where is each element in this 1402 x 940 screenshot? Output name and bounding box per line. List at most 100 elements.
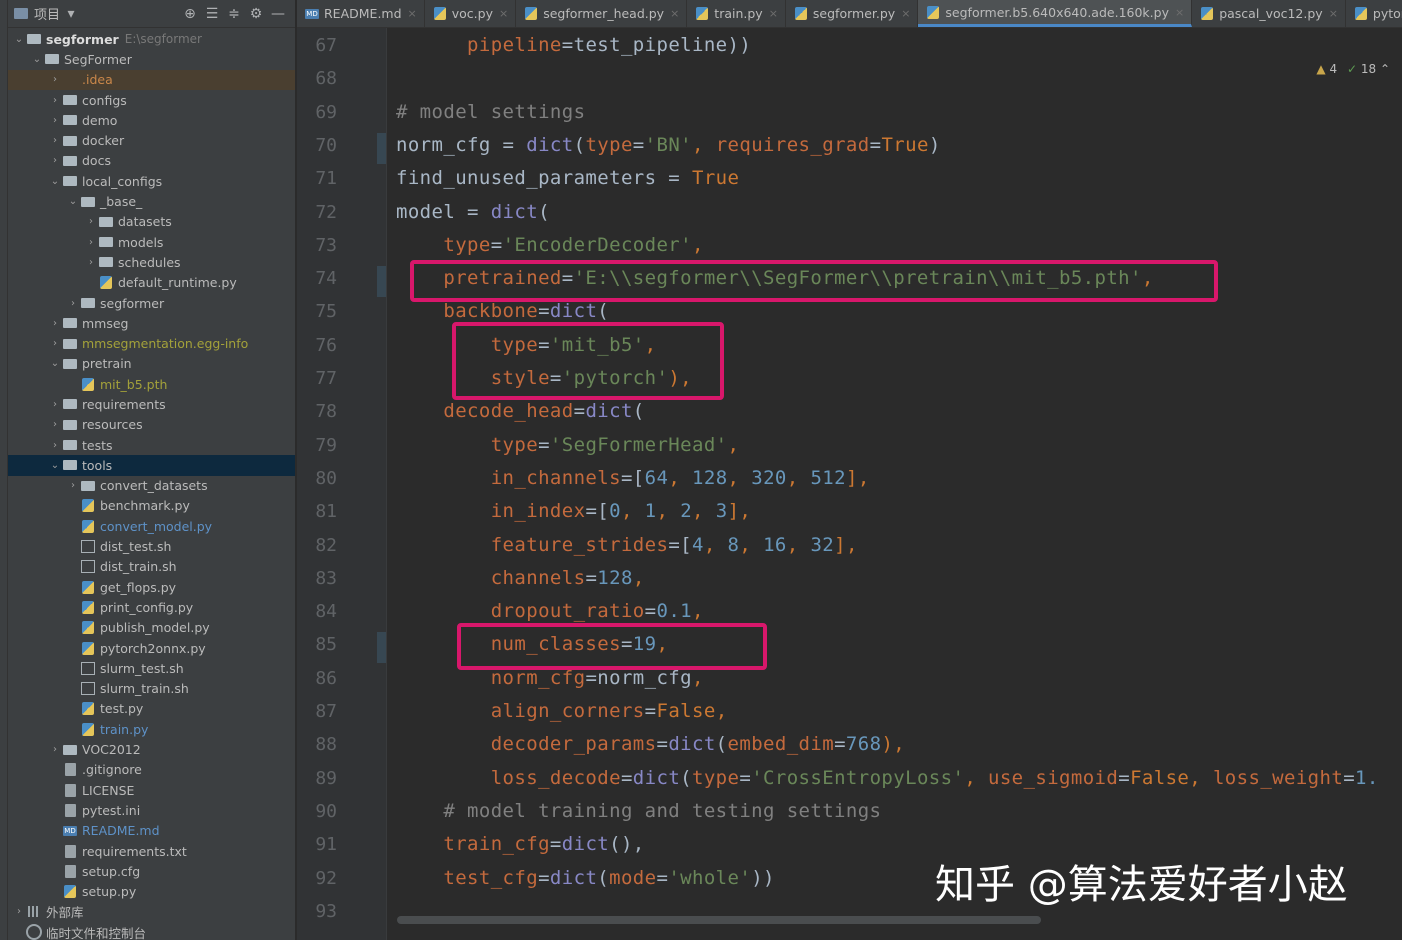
tree-folder[interactable]: › VOC2012	[8, 739, 295, 759]
editor-tab[interactable]: segformer.b5.640x640.ade.160k.py ×	[918, 0, 1193, 27]
chevron-right-icon[interactable]: ›	[48, 155, 62, 166]
editor-tab[interactable]: train.py ×	[687, 0, 786, 27]
code-token: ,	[786, 466, 811, 489]
code-token: dict	[549, 866, 598, 889]
tree-folder[interactable]: › datasets	[8, 212, 295, 232]
chevron-down-icon[interactable]: ⌄	[48, 358, 62, 369]
chevron-down-icon[interactable]: ⌄	[66, 196, 80, 207]
gear-icon[interactable]: ⚙	[245, 6, 267, 22]
chevron-down-icon[interactable]: ⌄	[48, 460, 62, 471]
view-dropdown-icon[interactable]: ▾	[60, 6, 82, 22]
chevron-right-icon[interactable]: ›	[48, 399, 62, 410]
tree-file[interactable]: publish_model.py	[8, 618, 295, 638]
close-icon[interactable]: ×	[499, 7, 508, 20]
tree-file[interactable]: 临时文件和控制台	[8, 922, 295, 940]
code-editor[interactable]: ▲ 4 ✓ 18 ⌃ pipeline=test_pipeline)) # mod…	[388, 28, 1402, 940]
chevron-down-icon[interactable]: ⌄	[12, 34, 26, 45]
chevron-right-icon[interactable]: ›	[84, 257, 98, 268]
project-panel-title[interactable]: 项目	[34, 4, 60, 23]
close-icon[interactable]: ×	[769, 7, 778, 20]
tree-folder[interactable]: › .idea	[8, 69, 295, 90]
tree-file[interactable]: slurm_train.sh	[8, 679, 295, 699]
tree-file[interactable]: dist_test.sh	[8, 536, 295, 556]
tree-file[interactable]: default_runtime.py	[8, 273, 295, 293]
chevron-right-icon[interactable]: ›	[66, 480, 80, 491]
tree-file[interactable]: pytorch2onnx.py	[8, 638, 295, 658]
tree-folder[interactable]: › mmsegmentation.egg-info	[8, 333, 295, 353]
tree-file[interactable]: .gitignore	[8, 760, 295, 780]
tree-file[interactable]: dist_train.sh	[8, 557, 295, 577]
editor-tab[interactable]: segformer_head.py ×	[516, 0, 688, 27]
tree-file[interactable]: get_flops.py	[8, 577, 295, 597]
editor-tab[interactable]: README.md ×	[297, 0, 425, 27]
editor-tab[interactable]: pascal_voc12.py ×	[1192, 0, 1346, 27]
close-icon[interactable]: ×	[408, 7, 417, 20]
close-icon[interactable]: ×	[670, 7, 679, 20]
tree-folder[interactable]: › convert_datasets	[8, 476, 295, 496]
hide-panel-icon[interactable]: —	[267, 6, 289, 22]
tree-file[interactable]: test.py	[8, 699, 295, 719]
code-token: dict	[668, 733, 716, 756]
chevron-right-icon[interactable]: ›	[48, 744, 62, 755]
chevron-right-icon[interactable]: ›	[48, 74, 62, 85]
tree-folder[interactable]: › 外部库	[8, 902, 295, 922]
tree-folder[interactable]: › schedules	[8, 252, 295, 272]
tree-folder[interactable]: ⌄ pretrain	[8, 354, 295, 374]
code-token: =	[644, 700, 657, 722]
chevron-right-icon[interactable]: ›	[84, 216, 98, 227]
editor-tab[interactable]: pytorc	[1346, 0, 1402, 27]
horizontal-scrollbar[interactable]	[397, 916, 1041, 924]
code-token: 0.1	[656, 600, 693, 623]
tree-folder[interactable]: ⌄ local_configs	[8, 171, 295, 191]
inspection-widget[interactable]: ▲ 4 ✓ 18 ⌃	[1316, 62, 1390, 76]
tree-folder[interactable]: › mmseg	[8, 313, 295, 333]
tree-folder[interactable]: ⌄ SegFormer	[8, 49, 295, 69]
chevron-right-icon[interactable]: ›	[12, 906, 26, 917]
tree-file[interactable]: setup.cfg	[8, 861, 295, 881]
tree-file[interactable]: LICENSE	[8, 780, 295, 800]
editor-tab[interactable]: segformer.py ×	[786, 0, 919, 27]
tree-folder[interactable]: › configs	[8, 90, 295, 110]
tree-folder[interactable]: › requirements	[8, 394, 295, 414]
tree-file[interactable]: pytest.ini	[8, 800, 295, 820]
tree-file[interactable]: requirements.txt	[8, 841, 295, 861]
chevron-right-icon[interactable]: ›	[48, 135, 62, 146]
chevron-right-icon[interactable]: ›	[48, 419, 62, 430]
close-icon[interactable]: ×	[1175, 6, 1184, 19]
tree-folder[interactable]: › models	[8, 232, 295, 252]
tree-folder[interactable]: › docker	[8, 130, 295, 150]
tree-folder[interactable]: ⌄ tools	[8, 455, 295, 476]
tree-folder[interactable]: › segformer	[8, 293, 295, 313]
tree-file[interactable]: convert_model.py	[8, 516, 295, 536]
close-icon[interactable]: ×	[901, 7, 910, 20]
tree-folder[interactable]: ⌄ segformer E:\segformer	[8, 29, 295, 49]
collapse-all-icon[interactable]: ≑	[223, 6, 245, 22]
tree-folder[interactable]: › resources	[8, 415, 295, 435]
chevron-right-icon[interactable]: ›	[66, 298, 80, 309]
tree-folder[interactable]: › demo	[8, 110, 295, 130]
tree-file[interactable]: setup.py	[8, 881, 295, 901]
tree-folder[interactable]: › tests	[8, 435, 295, 455]
locate-file-icon[interactable]: ⊕	[179, 6, 201, 22]
tree-file[interactable]: slurm_test.sh	[8, 658, 295, 678]
chevron-right-icon[interactable]: ›	[48, 338, 62, 349]
chevron-right-icon[interactable]: ›	[48, 95, 62, 106]
tree-folder[interactable]: ⌄ _base_	[8, 191, 295, 211]
chevron-down-icon[interactable]: ⌄	[48, 176, 62, 187]
tree-folder[interactable]: › docs	[8, 151, 295, 171]
expand-all-icon[interactable]: ☰	[201, 6, 223, 22]
chevron-right-icon[interactable]: ›	[48, 318, 62, 329]
chevron-right-icon[interactable]: ›	[48, 115, 62, 126]
editor-tab[interactable]: voc.py ×	[425, 0, 517, 27]
tree-file[interactable]: benchmark.py	[8, 496, 295, 516]
chevron-down-icon[interactable]: ⌄	[30, 54, 44, 65]
chevron-right-icon[interactable]: ›	[48, 440, 62, 451]
close-icon[interactable]: ×	[1329, 7, 1338, 20]
code-token: (	[597, 300, 610, 323]
tree-file[interactable]: mit_b5.pth	[8, 374, 295, 394]
chevron-up-icon[interactable]: ⌃	[1380, 62, 1390, 76]
chevron-right-icon[interactable]: ›	[84, 237, 98, 248]
tree-file[interactable]: train.py	[8, 719, 295, 739]
tree-file[interactable]: print_config.py	[8, 597, 295, 617]
tree-file[interactable]: README.md	[8, 821, 295, 841]
